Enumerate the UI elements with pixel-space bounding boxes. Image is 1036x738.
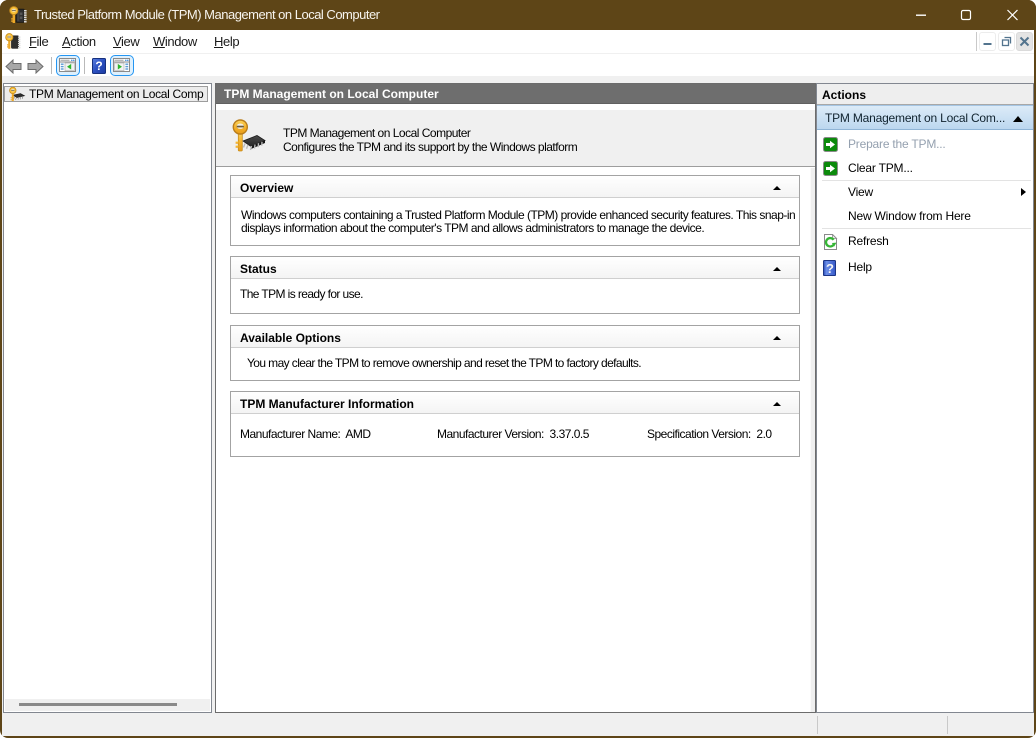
svg-text:?: ? [95, 59, 102, 73]
svg-text:?: ? [826, 261, 834, 276]
